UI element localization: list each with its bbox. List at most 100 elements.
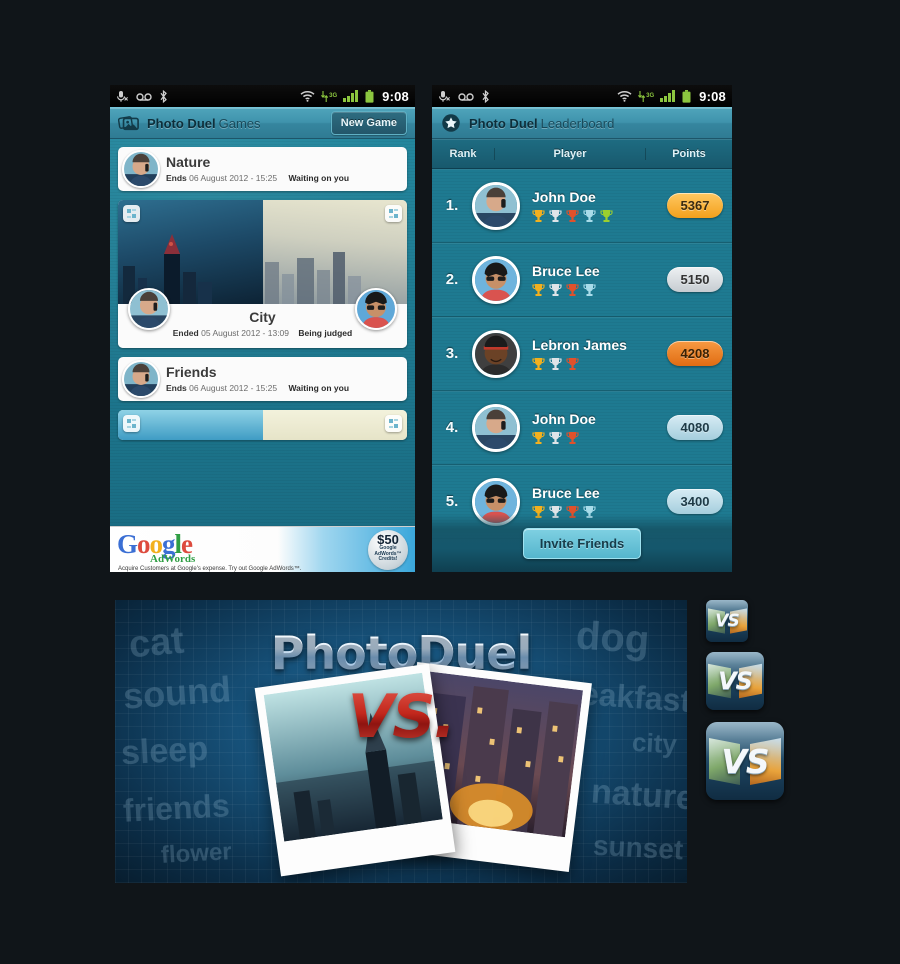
photos-stack-icon <box>118 116 139 131</box>
avatar <box>122 150 160 188</box>
screenshot-stage: 3G 9:08 Photo Duel Games New Game Nature… <box>0 0 900 964</box>
game-card-city[interactable]: City Ended 05 August 2012 - 13:09 Being … <box>118 200 407 348</box>
trophy-icon <box>566 431 579 444</box>
table-row[interactable]: 2. Bruce Lee 5150 <box>432 243 732 317</box>
games-page-title: Photo Duel Games <box>147 116 261 131</box>
avatar-left <box>128 288 170 330</box>
3g-icon: 3G <box>638 90 655 102</box>
trophy-list <box>532 209 667 223</box>
row-rank: 2. <box>445 271 459 288</box>
row-player: Lebron James <box>520 337 667 371</box>
battery-icon <box>365 89 374 103</box>
game-time-value: 06 August 2012 - 15:25 <box>189 173 278 183</box>
status-bar-right-icons: 3G 9:08 <box>617 89 726 104</box>
game-time-label: Ends <box>166 173 187 183</box>
status-bar-clock: 9:08 <box>382 88 409 104</box>
row-player: John Doe <box>520 411 667 445</box>
status-badge: 5367 <box>667 193 723 218</box>
game-status: Waiting on you <box>288 383 350 393</box>
expand-photo-icon[interactable] <box>123 415 140 432</box>
game-time-label: Ends <box>166 383 187 393</box>
duel-photo-right[interactable] <box>262 410 407 440</box>
game-time-value: 05 August 2012 - 13:09 <box>201 328 290 338</box>
network-label: 3G <box>646 93 655 99</box>
invite-friends-button[interactable]: Invite Friends <box>522 527 642 559</box>
table-row[interactable]: 4. John Doe 4080 <box>432 391 732 465</box>
duel-photo-left[interactable] <box>118 410 263 440</box>
duel-photo-left[interactable] <box>118 200 263 304</box>
player-name: John Doe <box>532 188 596 205</box>
status-badge: 4208 <box>667 341 723 366</box>
player-name: John Doe <box>532 410 596 427</box>
game-card-partial[interactable] <box>118 410 407 440</box>
3g-icon: 3G <box>321 90 338 102</box>
player-name: Bruce Lee <box>532 262 600 279</box>
avatar <box>122 360 160 398</box>
google-adwords-banner[interactable]: Google AdWords Acquire Customers at Goog… <box>110 526 415 572</box>
trophy-list <box>532 431 667 445</box>
icon-gloss <box>706 600 748 620</box>
expand-photo-icon[interactable] <box>385 205 402 222</box>
leaderboard-rows[interactable]: 1. John Doe 5367 2. Bruce Lee 5150 3. Le… <box>432 169 732 539</box>
games-list[interactable]: Nature Ends 06 August 2012 - 15:25 Waiti… <box>110 139 415 526</box>
status-badge: 5150 <box>667 267 723 292</box>
vs-app-icon-small[interactable]: VS <box>706 600 748 642</box>
status-bar-clock: 9:08 <box>699 88 726 104</box>
duel-photo-pair <box>118 200 407 304</box>
trophy-icon <box>532 209 545 222</box>
skyline-graphic <box>123 234 212 304</box>
player-name: Bruce Lee <box>532 484 600 501</box>
phone-leaderboard-screen: 3G 9:08 Photo Duel Leaderboard Rank Play… <box>432 85 732 572</box>
game-title: Friends <box>166 364 217 380</box>
vs-app-icon-large[interactable]: VS <box>706 722 784 800</box>
duel-photo-right[interactable] <box>262 200 407 304</box>
data-arrows-icon <box>321 90 329 102</box>
wifi-icon <box>300 91 315 102</box>
network-label: 3G <box>329 93 338 99</box>
game-card-nature[interactable]: Nature Ends 06 August 2012 - 15:25 Waiti… <box>118 147 407 191</box>
duel-photo-pair <box>118 410 407 440</box>
avatar <box>472 255 520 304</box>
leaderboard-footer: Invite Friends <box>432 514 732 572</box>
voicemail-icon <box>136 92 152 101</box>
ad-tagline: Acquire Customers at Google's expense. T… <box>118 566 302 572</box>
status-badge: 4080 <box>667 415 723 440</box>
skyline-graphic <box>264 252 361 304</box>
icon-gloss <box>706 652 764 679</box>
google-letter-o1: o <box>137 529 150 559</box>
game-status: Waiting on you <box>288 173 350 183</box>
avatar-right <box>355 288 397 330</box>
expand-photo-icon[interactable] <box>123 205 140 222</box>
leaderboard-page-title: Photo Duel Leaderboard <box>469 116 614 131</box>
games-title-bar: Photo Duel Games New Game <box>110 107 415 139</box>
voicemail-icon <box>458 92 474 101</box>
trophy-icon <box>583 209 596 222</box>
player-name: Lebron James <box>532 336 627 353</box>
vs-app-icon-medium[interactable]: VS <box>706 652 764 710</box>
row-player: John Doe <box>520 189 667 223</box>
games-title-sub: Games <box>218 115 261 131</box>
table-row[interactable]: 3. Lebron James 4208 <box>432 317 732 391</box>
game-card-friends[interactable]: Friends Ends 06 August 2012 - 15:25 Wait… <box>118 357 407 401</box>
signal-bars-icon <box>343 90 359 102</box>
trophy-icon <box>549 431 562 444</box>
status-bar-left-icons <box>116 89 168 103</box>
avatar <box>472 329 520 378</box>
game-time-label: Ended <box>172 328 199 338</box>
table-row[interactable]: 1. John Doe 5367 <box>432 169 732 243</box>
leaderboard-body: Rank Player Points 1. John Doe 5367 2. B… <box>432 139 732 572</box>
trophy-icon <box>566 283 579 296</box>
status-bar-left-icons <box>438 89 490 103</box>
new-game-button[interactable]: New Game <box>330 111 407 135</box>
star-badge-icon <box>442 114 460 132</box>
leaderboard-title-main: Photo Duel <box>469 115 538 131</box>
trophy-icon <box>532 357 545 370</box>
trophy-icon <box>549 357 562 370</box>
expand-photo-icon[interactable] <box>385 415 402 432</box>
column-header-player: Player <box>494 147 646 160</box>
google-letter-g: G <box>117 529 138 559</box>
game-time-value: 06 August 2012 - 15:25 <box>189 383 278 393</box>
game-meta: Ends 06 August 2012 - 15:25 Waiting on y… <box>166 173 349 183</box>
row-player: Bruce Lee <box>520 263 667 297</box>
trophy-icon <box>549 283 562 296</box>
